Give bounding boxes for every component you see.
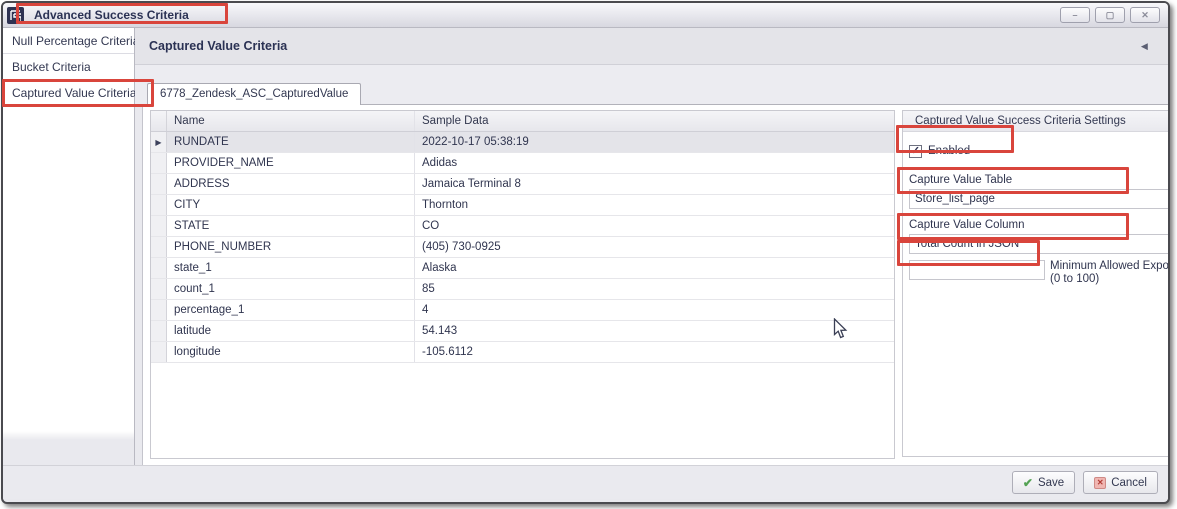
minimize-button[interactable]: – (1060, 7, 1090, 23)
grid-rows-container: ▶RUNDATE2022-10-17 05:38:19PROVIDER_NAME… (151, 132, 894, 363)
grid-row[interactable]: STATECO (151, 216, 894, 237)
save-check-icon: ✔ (1023, 476, 1033, 490)
tab-captured-value[interactable]: 6778_Zendesk_ASC_CapturedValue (147, 83, 361, 105)
grid-row[interactable]: latitude54.143 (151, 321, 894, 342)
cell-name[interactable]: count_1 (167, 279, 415, 299)
capture-value-table-input[interactable] (909, 189, 1170, 209)
page-header: Captured Value Criteria ◀ (135, 28, 1170, 65)
min-export-percentage-input[interactable] (909, 260, 1045, 280)
grid-row[interactable]: ▶RUNDATE2022-10-17 05:38:19 (151, 132, 894, 153)
cell-sample-data[interactable]: 54.143 (415, 321, 894, 341)
cell-name[interactable]: latitude (167, 321, 415, 341)
row-indicator (151, 258, 167, 278)
cell-sample-data[interactable]: -105.6112 (415, 342, 894, 362)
close-button[interactable]: ✕ (1130, 7, 1160, 23)
tab-strip: 6778_Zendesk_ASC_CapturedValue (135, 65, 1170, 104)
settings-caption: Captured Value Success Criteria Settings (903, 111, 1170, 132)
cell-name[interactable]: PHONE_NUMBER (167, 237, 415, 257)
settings-panel: Captured Value Success Criteria Settings… (902, 110, 1170, 457)
cell-sample-data[interactable]: Jamaica Terminal 8 (415, 174, 894, 194)
enabled-label: Enabled (928, 145, 970, 157)
app-icon (7, 7, 24, 24)
grid-row[interactable]: ADDRESSJamaica Terminal 8 (151, 174, 894, 195)
grid-row[interactable]: longitude-105.6112 (151, 342, 894, 363)
row-indicator (151, 174, 167, 194)
cell-sample-data[interactable]: CO (415, 216, 894, 236)
row-indicator (151, 321, 167, 341)
cell-name[interactable]: ADDRESS (167, 174, 415, 194)
row-indicator (151, 342, 167, 362)
sample-data-grid[interactable]: Name Sample Data ▶RUNDATE2022-10-17 05:3… (150, 110, 895, 459)
sidebar-item-captured-value-criteria[interactable]: Captured Value Criteria (3, 80, 134, 106)
grid-indicator-header (151, 111, 167, 131)
window-title: Advanced Success Criteria (28, 6, 195, 24)
cell-sample-data[interactable]: 85 (415, 279, 894, 299)
enabled-checkbox-row[interactable]: ✓ Enabled (909, 142, 1170, 160)
capture-value-column-label: Capture Value Column (909, 219, 1170, 231)
title-bar[interactable]: Advanced Success Criteria – ▢ ✕ (3, 3, 1168, 28)
grid-row[interactable]: percentage_14 (151, 300, 894, 321)
cell-name[interactable]: PROVIDER_NAME (167, 153, 415, 173)
capture-value-table-label: Capture Value Table (909, 174, 1170, 186)
min-export-percentage-label: Minimum Allowed Export Perc (0 to 100) (1050, 260, 1170, 286)
cancel-x-icon: ✕ (1094, 477, 1106, 489)
dock-panel-icon[interactable] (1168, 39, 1170, 54)
row-indicator (151, 195, 167, 215)
cell-sample-data[interactable]: Alaska (415, 258, 894, 278)
row-indicator (151, 300, 167, 320)
grid-row[interactable]: CITYThornton (151, 195, 894, 216)
enabled-checkbox[interactable]: ✓ (909, 145, 922, 158)
sidebar-item-bucket-criteria[interactable]: Bucket Criteria (3, 54, 134, 80)
grid-row[interactable]: PHONE_NUMBER(405) 730-0925 (151, 237, 894, 258)
row-indicator: ▶ (151, 132, 167, 152)
row-indicator (151, 216, 167, 236)
cell-sample-data[interactable]: (405) 730-0925 (415, 237, 894, 257)
grid-column-sample-data[interactable]: Sample Data (415, 111, 894, 131)
cell-sample-data[interactable]: 2022-10-17 05:38:19 (415, 132, 894, 152)
grid-row[interactable]: PROVIDER_NAMEAdidas (151, 153, 894, 174)
grid-row[interactable]: state_1Alaska (151, 258, 894, 279)
maximize-button[interactable]: ▢ (1095, 7, 1125, 23)
cell-name[interactable]: longitude (167, 342, 415, 362)
cancel-button[interactable]: ✕ Cancel (1083, 471, 1158, 494)
page-title: Captured Value Criteria (149, 39, 1141, 53)
tab-content: Name Sample Data ▶RUNDATE2022-10-17 05:3… (142, 104, 1170, 465)
cell-name[interactable]: state_1 (167, 258, 415, 278)
capture-value-column-input[interactable] (909, 234, 1170, 254)
cell-sample-data[interactable]: Thornton (415, 195, 894, 215)
dialog-window: Advanced Success Criteria – ▢ ✕ Null Per… (1, 1, 1170, 504)
row-indicator (151, 237, 167, 257)
collapse-left-icon[interactable]: ◀ (1141, 41, 1148, 52)
cell-sample-data[interactable]: 4 (415, 300, 894, 320)
grid-column-name[interactable]: Name (167, 111, 415, 131)
cell-name[interactable]: STATE (167, 216, 415, 236)
cell-name[interactable]: percentage_1 (167, 300, 415, 320)
sidebar: Null Percentage Criteria Bucket Criteria… (3, 28, 135, 465)
grid-row[interactable]: count_185 (151, 279, 894, 300)
cell-sample-data[interactable]: Adidas (415, 153, 894, 173)
cell-name[interactable]: RUNDATE (167, 132, 415, 152)
grid-header-row: Name Sample Data (151, 111, 894, 132)
sidebar-item-null-percentage-criteria[interactable]: Null Percentage Criteria (3, 28, 134, 54)
row-indicator (151, 153, 167, 173)
row-indicator (151, 279, 167, 299)
save-button[interactable]: ✔ Save (1012, 471, 1075, 494)
footer-bar: ✔ Save ✕ Cancel (3, 465, 1168, 499)
cell-name[interactable]: CITY (167, 195, 415, 215)
